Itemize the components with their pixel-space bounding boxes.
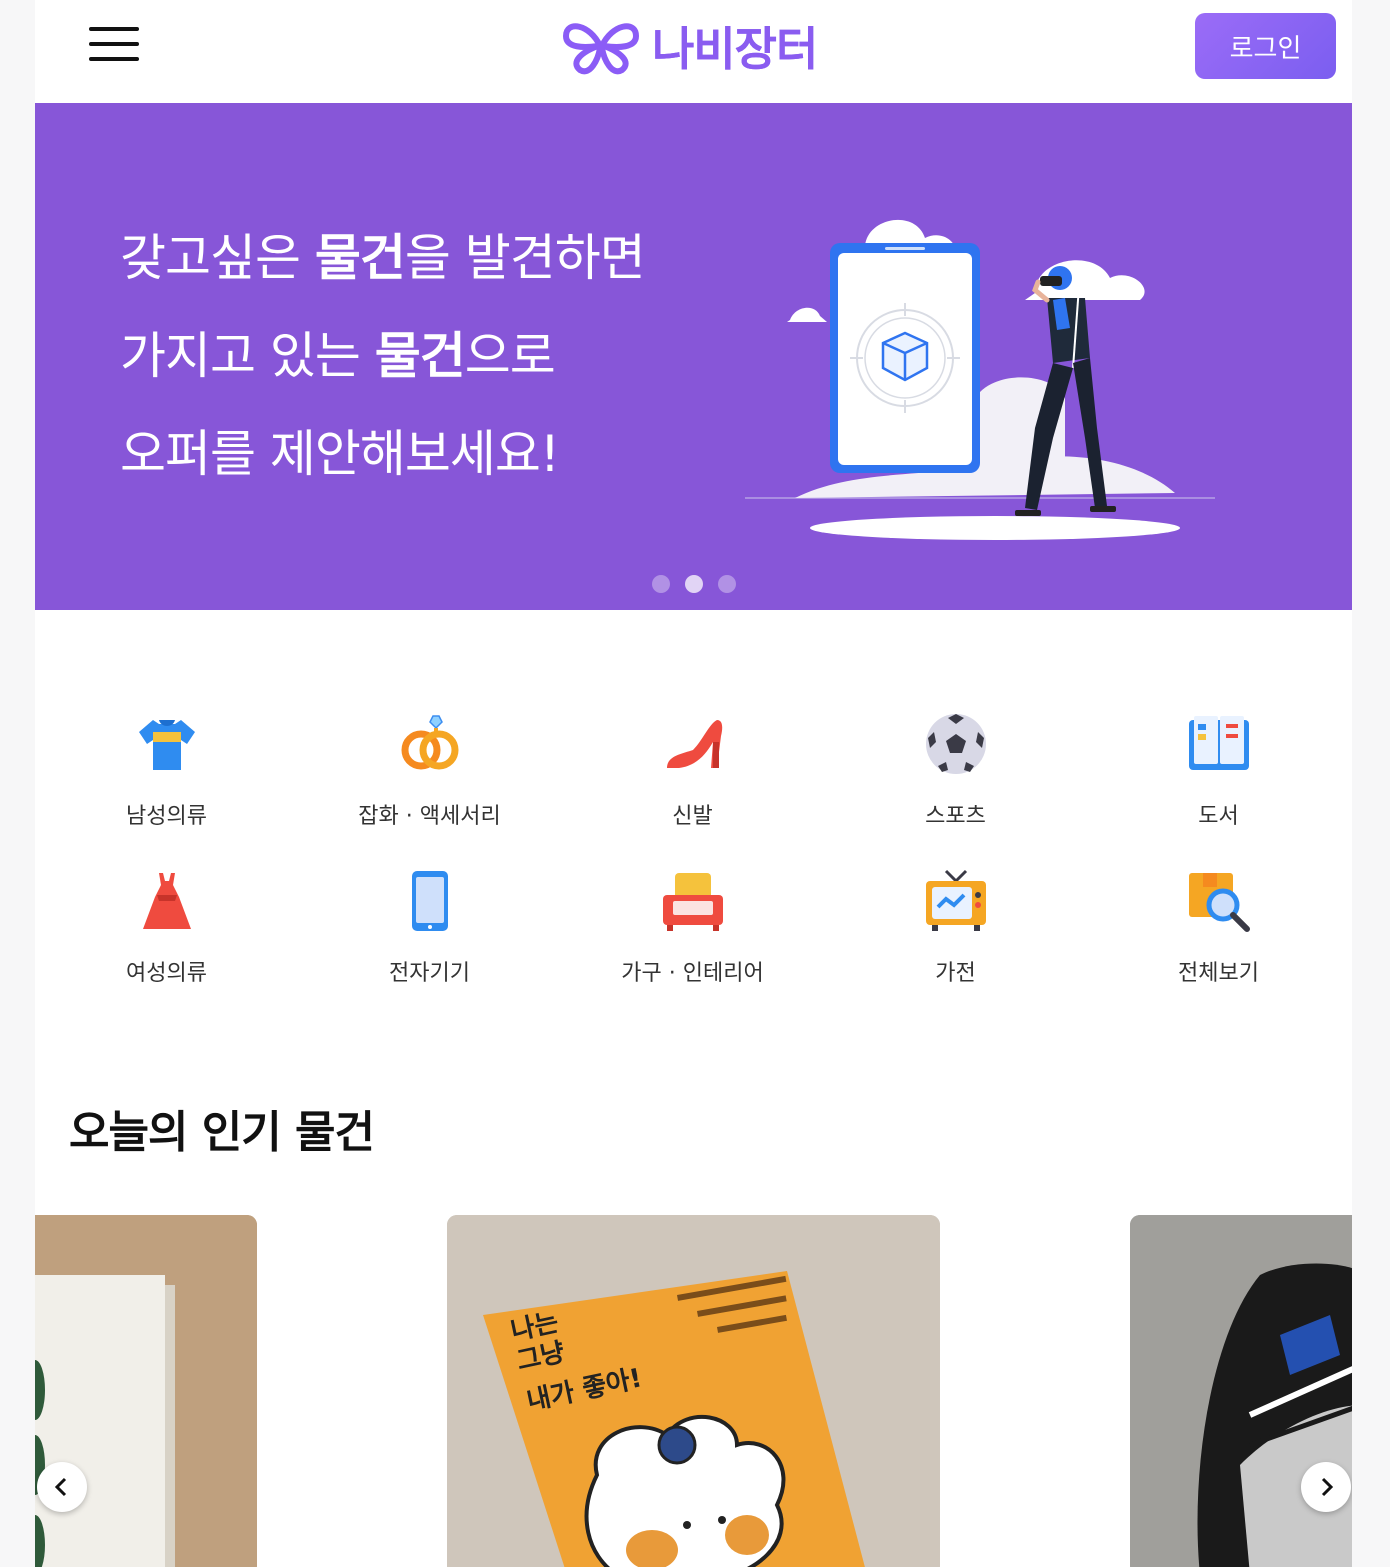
search-box-icon — [1189, 873, 1250, 932]
category-label: 가구 · 인테리어 — [621, 961, 764, 986]
slide-indicator — [652, 575, 736, 593]
category-sports[interactable]: 스포츠 — [824, 700, 1087, 840]
butterfly-logo-icon — [562, 23, 640, 75]
banner-illustration — [745, 219, 1215, 540]
banner-line-3: 오퍼를 제안해보세요! — [120, 425, 560, 483]
category-mens-clothing[interactable]: 남성의류 — [35, 700, 298, 840]
banner-line-1: 갖고싶은 물건을 발견하면 — [120, 229, 646, 287]
carousel-next-button[interactable] — [1301, 1462, 1351, 1512]
top-header: 나비장터 로그인 — [35, 0, 1352, 103]
category-label: 남성의류 — [126, 804, 207, 829]
category-view-all[interactable]: 전체보기 — [1087, 857, 1350, 997]
rings-icon — [401, 715, 459, 770]
carousel-prev-button[interactable] — [37, 1462, 87, 1512]
slide-dot-3[interactable] — [718, 575, 736, 593]
armchair-icon — [663, 873, 723, 931]
category-label: 도서 — [1198, 804, 1239, 829]
category-label: 전자기기 — [389, 961, 470, 986]
banner-line-2: 가지고 있는 물건으로 — [120, 327, 556, 385]
section-title: 오늘의 인기 물건 — [69, 1107, 375, 1158]
product-image — [1130, 1215, 1352, 1567]
category-appliances[interactable]: 가전 — [824, 857, 1087, 997]
product-image: 나는 그냥 내가 좋아! — [447, 1215, 940, 1567]
category-label: 잡화 · 액세서리 — [358, 804, 501, 829]
shirt-icon — [139, 720, 195, 770]
category-label: 여성의류 — [126, 961, 207, 986]
category-womens-clothing[interactable]: 여성의류 — [35, 857, 298, 997]
category-label: 신발 — [672, 804, 713, 829]
menu-icon[interactable] — [89, 27, 139, 63]
product-card[interactable]: 나는 그냥 내가 좋아! — [447, 1215, 940, 1567]
category-furniture[interactable]: 가구 · 인테리어 — [561, 857, 824, 997]
hero-banner[interactable]: 갖고싶은 물건을 발견하면 가지고 있는 물건으로 오퍼를 제안해보세요! — [35, 103, 1352, 610]
login-button[interactable]: 로그인 — [1195, 13, 1336, 79]
category-label: 스포츠 — [925, 804, 986, 829]
product-card[interactable] — [1130, 1215, 1352, 1567]
chevron-right-icon — [1321, 1477, 1334, 1497]
high-heel-icon — [667, 720, 723, 768]
slide-dot-1[interactable] — [652, 575, 670, 593]
chevron-left-icon — [54, 1477, 67, 1497]
slide-dot-2[interactable] — [685, 575, 703, 593]
book-icon — [1189, 716, 1249, 770]
dress-icon — [143, 873, 191, 929]
app-frame: 나비장터 로그인 갖고싶은 물건을 발견하면 가지고 있는 물건으로 오퍼를 제… — [35, 0, 1352, 1567]
product-image — [35, 1215, 257, 1567]
smartphone-icon — [412, 871, 448, 931]
category-label: 가전 — [935, 961, 976, 986]
category-accessories[interactable]: 잡화 · 액세서리 — [298, 700, 561, 840]
tv-icon — [926, 869, 986, 931]
logo[interactable]: 나비장터 — [560, 13, 818, 79]
category-shoes[interactable]: 신발 — [561, 700, 824, 840]
product-card[interactable] — [35, 1215, 257, 1567]
soccer-ball-icon — [926, 714, 986, 774]
category-label: 전체보기 — [1178, 961, 1259, 986]
category-books[interactable]: 도서 — [1087, 700, 1350, 840]
category-electronics[interactable]: 전자기기 — [298, 857, 561, 997]
logo-text: 나비장터 — [652, 13, 818, 79]
